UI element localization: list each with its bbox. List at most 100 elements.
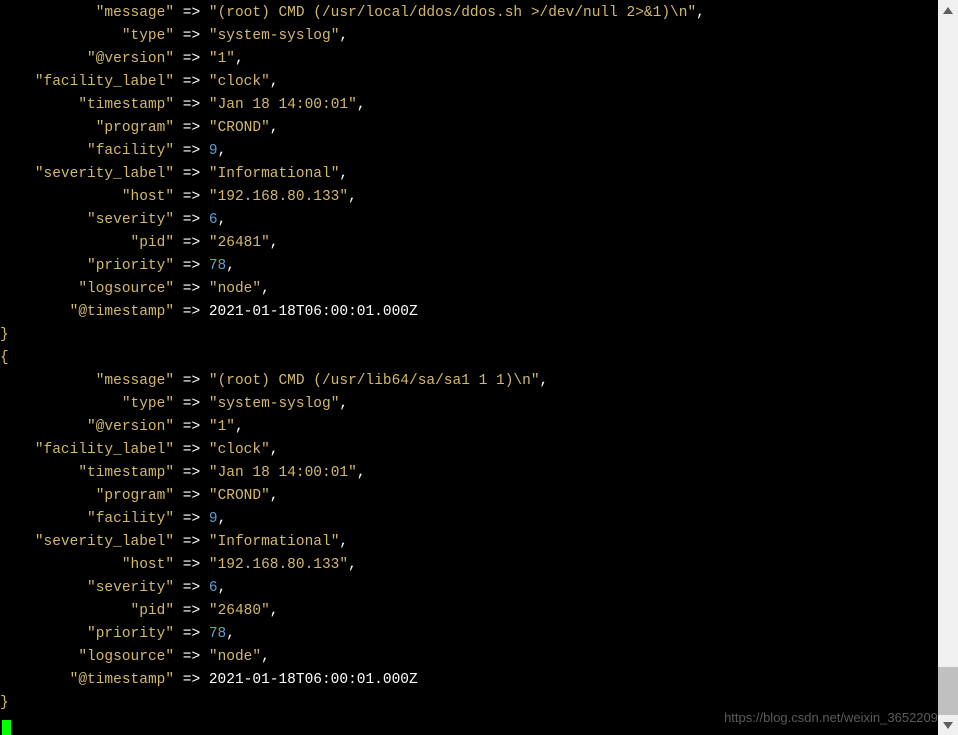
vertical-scrollbar[interactable] <box>938 0 958 735</box>
arrow: => <box>183 51 200 67</box>
field-value: system-syslog <box>218 396 331 412</box>
field-value: 192.168.80.133 <box>218 189 340 205</box>
arrow: => <box>183 419 200 435</box>
arrow: => <box>183 465 200 481</box>
log-line: "facility_label" => "clock", <box>0 71 938 94</box>
field-key: @version <box>96 419 166 435</box>
arrow: => <box>183 281 200 297</box>
field-key: priority <box>96 258 166 274</box>
field-value: 6 <box>209 212 218 228</box>
arrow: => <box>183 396 200 412</box>
log-line: "pid" => "26480", <box>0 600 938 623</box>
field-key: severity_label <box>44 166 166 182</box>
arrow: => <box>183 74 200 90</box>
field-key: @timestamp <box>78 672 165 688</box>
log-line: "host" => "192.168.80.133", <box>0 186 938 209</box>
log-line: "type" => "system-syslog", <box>0 25 938 48</box>
field-value: node <box>218 281 253 297</box>
field-value: 26481 <box>218 235 262 251</box>
field-key: timestamp <box>87 465 165 481</box>
arrow: => <box>183 672 200 688</box>
field-value: 2021-01-18T06:00:01.000Z <box>209 304 418 320</box>
log-line: "pid" => "26481", <box>0 232 938 255</box>
log-line: "@version" => "1", <box>0 48 938 71</box>
field-value: 1 <box>218 51 227 67</box>
field-key: severity <box>96 212 166 228</box>
log-line: "severity" => 6, <box>0 209 938 232</box>
arrow: => <box>183 304 200 320</box>
log-line: "@timestamp" => 2021-01-18T06:00:01.000Z <box>0 669 938 692</box>
field-value: 192.168.80.133 <box>218 557 340 573</box>
arrow: => <box>183 166 200 182</box>
field-value: 9 <box>209 143 218 159</box>
log-line: "timestamp" => "Jan 18 14:00:01", <box>0 94 938 117</box>
field-value: system-syslog <box>218 28 331 44</box>
log-line: "program" => "CROND", <box>0 117 938 140</box>
field-key: logsource <box>87 649 165 665</box>
arrow: => <box>183 143 200 159</box>
field-value: 9 <box>209 511 218 527</box>
field-value: CROND <box>218 488 262 504</box>
log-line: "type" => "system-syslog", <box>0 393 938 416</box>
brace-close: } <box>0 692 938 715</box>
log-line: "severity" => 6, <box>0 577 938 600</box>
brace-close: } <box>0 324 938 347</box>
field-key: @version <box>96 51 166 67</box>
field-value: (root) CMD (/usr/lib64/sa/sa1 1 1)\n <box>218 373 531 389</box>
field-value: 26480 <box>218 603 262 619</box>
arrow: => <box>183 534 200 550</box>
arrow: => <box>183 97 200 113</box>
arrow: => <box>183 120 200 136</box>
log-line: "facility_label" => "clock", <box>0 439 938 462</box>
scroll-thumb[interactable] <box>938 667 958 715</box>
scroll-down-button[interactable] <box>938 715 958 735</box>
arrow: => <box>183 258 200 274</box>
log-line: "severity_label" => "Informational", <box>0 531 938 554</box>
log-line: "severity_label" => "Informational", <box>0 163 938 186</box>
field-value: 2021-01-18T06:00:01.000Z <box>209 672 418 688</box>
arrow: => <box>183 603 200 619</box>
field-key: host <box>131 557 166 573</box>
field-value: 78 <box>209 258 226 274</box>
field-key: timestamp <box>87 97 165 113</box>
log-line: "@timestamp" => 2021-01-18T06:00:01.000Z <box>0 301 938 324</box>
brace-open: { <box>0 347 938 370</box>
arrow: => <box>183 373 200 389</box>
terminal-cursor <box>2 720 11 735</box>
field-key: logsource <box>87 281 165 297</box>
cursor-line <box>0 715 938 735</box>
arrow: => <box>183 235 200 251</box>
field-value: 6 <box>209 580 218 596</box>
field-key: priority <box>96 626 166 642</box>
field-key: host <box>131 189 166 205</box>
arrow: => <box>183 189 200 205</box>
log-line: "priority" => 78, <box>0 623 938 646</box>
field-key: pid <box>139 603 165 619</box>
scroll-up-button[interactable] <box>938 0 958 20</box>
log-line: "host" => "192.168.80.133", <box>0 554 938 577</box>
field-value: CROND <box>218 120 262 136</box>
log-line: "message" => "(root) CMD (/usr/lib64/sa/… <box>0 370 938 393</box>
arrow: => <box>183 488 200 504</box>
field-key: pid <box>139 235 165 251</box>
field-value: Informational <box>218 166 331 182</box>
arrow: => <box>183 649 200 665</box>
arrow: => <box>183 212 200 228</box>
log-line: "message" => "(root) CMD (/usr/local/ddo… <box>0 2 938 25</box>
arrow: => <box>183 5 200 21</box>
field-key: type <box>131 28 166 44</box>
field-key: program <box>104 120 165 136</box>
log-line: "priority" => 78, <box>0 255 938 278</box>
field-value: Jan 18 14:00:01 <box>218 465 349 481</box>
field-value: (root) CMD (/usr/local/ddos/ddos.sh >/de… <box>218 5 688 21</box>
log-line: "facility" => 9, <box>0 508 938 531</box>
log-line: "logsource" => "node", <box>0 646 938 669</box>
arrow: => <box>183 580 200 596</box>
field-key: facility_label <box>44 442 166 458</box>
field-key: facility <box>96 143 166 159</box>
field-key: type <box>131 396 166 412</box>
arrow: => <box>183 557 200 573</box>
log-line: "facility" => 9, <box>0 140 938 163</box>
log-line: "@version" => "1", <box>0 416 938 439</box>
field-key: facility <box>96 511 166 527</box>
